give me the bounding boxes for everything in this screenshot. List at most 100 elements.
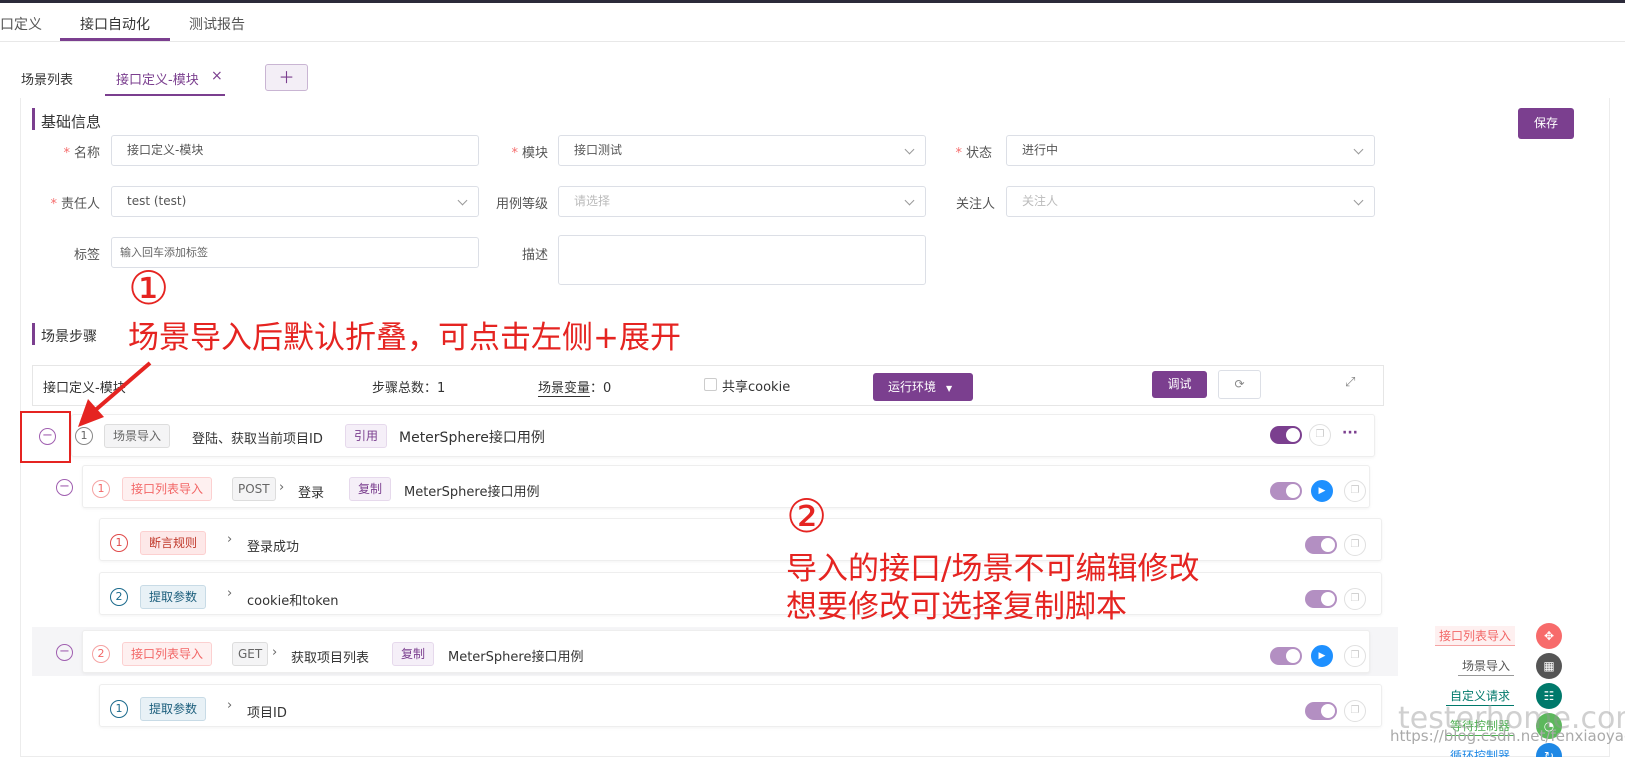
status-label: * 状态 bbox=[940, 142, 992, 161]
section-marker bbox=[32, 108, 35, 130]
step-name: 登录成功 bbox=[247, 540, 300, 555]
enable-toggle[interactable] bbox=[1270, 647, 1302, 665]
copy-icon[interactable]: ❐ bbox=[1344, 534, 1366, 556]
refresh-icon: ⟳ bbox=[1234, 377, 1245, 391]
desc-textarea[interactable] bbox=[558, 235, 926, 285]
copy-icon[interactable]: ❐ bbox=[1344, 700, 1366, 722]
owner-select[interactable]: test (test) bbox=[111, 186, 479, 217]
scenario-vars-link[interactable]: 场景变量 bbox=[538, 381, 591, 397]
collapse-icon[interactable]: − bbox=[39, 428, 56, 445]
step-name: cookie和token bbox=[247, 594, 339, 609]
follower-select[interactable]: 关注人 bbox=[1006, 186, 1375, 217]
scenario-import-icon[interactable]: ▦ bbox=[1536, 653, 1562, 679]
project-name: MeterSphere接口用例 bbox=[448, 650, 584, 665]
add-tab-button[interactable]: ＋ bbox=[265, 64, 308, 91]
close-tab-icon[interactable]: × bbox=[211, 68, 223, 84]
chevron-down-icon bbox=[1353, 144, 1364, 155]
ref-tag: 引用 bbox=[345, 424, 388, 448]
tab-api-automation[interactable]: 接口自动化 bbox=[80, 14, 150, 34]
copy-tag: 复制 bbox=[349, 477, 392, 501]
scenario-vars: 场景变量：0 bbox=[538, 377, 612, 397]
steps-title: 场景步骤 bbox=[41, 329, 97, 345]
save-button[interactable]: 保存 bbox=[1518, 108, 1574, 139]
enable-toggle[interactable] bbox=[1270, 482, 1302, 500]
step-number: 1 bbox=[92, 480, 110, 498]
more-icon[interactable]: ··· bbox=[1342, 425, 1358, 441]
step-number: 1 bbox=[110, 700, 128, 718]
scenario-vars-count: ：0 bbox=[590, 381, 612, 396]
step-type-tag: 断言规则 bbox=[140, 531, 207, 555]
chevron-right-icon[interactable]: › bbox=[227, 586, 232, 601]
copy-icon[interactable]: ❐ bbox=[1344, 480, 1366, 502]
annotation-arrow bbox=[78, 361, 152, 427]
fab-label-scenario-import[interactable]: 场景导入 bbox=[1458, 656, 1515, 676]
chevron-right-icon[interactable]: › bbox=[227, 698, 232, 713]
chevron-down-icon bbox=[904, 195, 915, 206]
enable-toggle[interactable] bbox=[1305, 702, 1337, 720]
step-name: 项目ID bbox=[247, 706, 287, 721]
enable-toggle[interactable] bbox=[1270, 426, 1302, 444]
tab-current-scenario[interactable]: 接口定义-模块 bbox=[116, 69, 199, 88]
collapse-icon[interactable]: − bbox=[56, 644, 73, 661]
step-number: 2 bbox=[92, 645, 110, 663]
nav-divider bbox=[0, 41, 1625, 42]
share-cookie-checkbox[interactable] bbox=[704, 378, 717, 391]
desc-label: 描述 bbox=[521, 248, 548, 263]
step-total-label: 步骤总数： bbox=[372, 381, 438, 396]
basic-info-title: 基础信息 bbox=[41, 113, 102, 131]
name-label: * 名称 bbox=[40, 142, 100, 161]
chevron-right-icon[interactable]: › bbox=[272, 645, 277, 660]
tab-test-report[interactable]: 测试报告 bbox=[189, 14, 245, 34]
caret-down-icon: ▼ bbox=[946, 384, 953, 393]
method-tag: POST bbox=[232, 477, 276, 501]
api-import-icon[interactable]: ✥ bbox=[1536, 623, 1562, 649]
project-name: MeterSphere接口用例 bbox=[399, 430, 545, 446]
fullscreen-icon[interactable]: ⤢ bbox=[1345, 375, 1355, 390]
level-placeholder: 请选择 bbox=[574, 194, 611, 208]
module-label-text: 模块 bbox=[521, 146, 548, 161]
refresh-button[interactable]: ⟳ bbox=[1218, 370, 1261, 399]
module-select[interactable]: 接口测试 bbox=[558, 135, 926, 166]
step-number: 2 bbox=[110, 588, 128, 606]
module-label: * 模块 bbox=[490, 142, 548, 161]
required-mark: * bbox=[63, 146, 70, 161]
enable-toggle[interactable] bbox=[1305, 590, 1337, 608]
fab-label-loop-controller[interactable]: 循环控制器 bbox=[1446, 746, 1514, 757]
section-marker bbox=[32, 323, 35, 345]
run-env-button[interactable]: 运行环境 ▼ bbox=[873, 373, 973, 401]
copy-icon[interactable]: ❐ bbox=[1344, 588, 1366, 610]
run-icon[interactable]: ▶ bbox=[1311, 480, 1333, 502]
fab-label-api-import[interactable]: 接口列表导入 bbox=[1435, 626, 1516, 646]
status-label-text: 状态 bbox=[965, 146, 992, 161]
run-icon[interactable]: ▶ bbox=[1311, 645, 1333, 667]
annotation-two-line2: 想要修改可选择复制脚本 bbox=[786, 589, 1127, 625]
status-value: 进行中 bbox=[1022, 143, 1059, 157]
copy-icon[interactable]: ❐ bbox=[1309, 424, 1331, 446]
step-name: 登录 bbox=[298, 486, 325, 501]
tab-scenario-list[interactable]: 场景列表 bbox=[21, 69, 73, 88]
tab-api-definition[interactable]: 口定义 bbox=[0, 14, 42, 34]
project-name: MeterSphere接口用例 bbox=[404, 485, 540, 500]
active-subtab-indicator bbox=[105, 94, 225, 96]
debug-button[interactable]: 调试 bbox=[1152, 371, 1207, 398]
annotation-one-text: 场景导入后默认折叠，可点击左侧+展开 bbox=[128, 320, 681, 356]
step-row bbox=[99, 684, 1382, 727]
step-type-tag: 接口列表导入 bbox=[122, 642, 213, 666]
enable-toggle[interactable] bbox=[1305, 536, 1337, 554]
level-select[interactable]: 请选择 bbox=[558, 186, 926, 217]
annotation-two-mark: ② bbox=[786, 489, 828, 543]
copy-icon[interactable]: ❐ bbox=[1344, 645, 1366, 667]
status-select[interactable]: 进行中 bbox=[1006, 135, 1375, 166]
annotation-two-line1: 导入的接口/场景不可编辑修改 bbox=[786, 551, 1200, 587]
chevron-right-icon[interactable]: › bbox=[279, 480, 284, 495]
required-mark: * bbox=[511, 146, 518, 161]
level-label: 用例等级 bbox=[495, 197, 548, 212]
step-total-value: 1 bbox=[437, 381, 446, 396]
chevron-right-icon[interactable]: › bbox=[227, 532, 232, 547]
annotation-one-mark: ① bbox=[128, 261, 170, 315]
chevron-down-icon bbox=[1353, 195, 1364, 206]
name-input[interactable]: 接口定义-模块 bbox=[111, 135, 479, 166]
collapse-icon[interactable]: − bbox=[56, 479, 73, 496]
follower-label: 关注人 bbox=[955, 197, 995, 212]
chevron-down-icon bbox=[457, 195, 468, 206]
